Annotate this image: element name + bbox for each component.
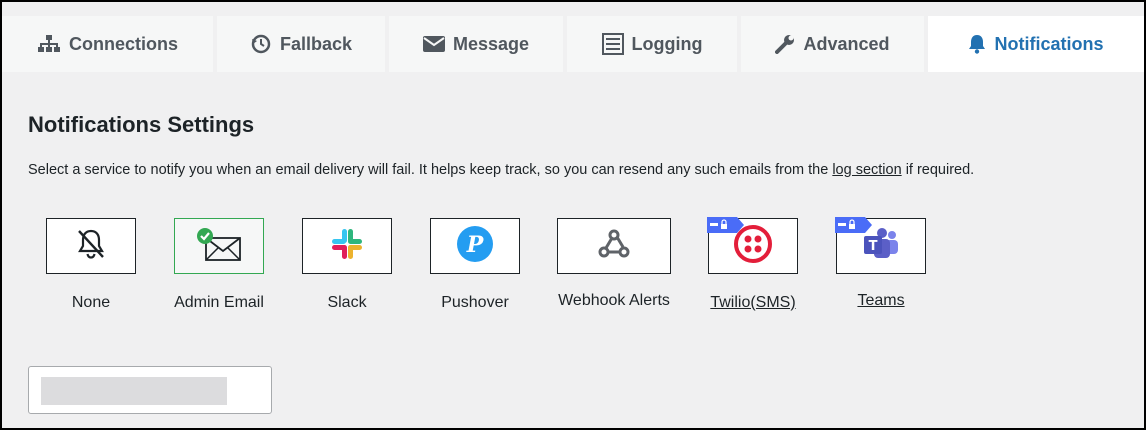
service-slack-button[interactable]	[302, 218, 392, 274]
envelope-check-icon	[194, 226, 244, 266]
tab-label: Advanced	[803, 33, 890, 54]
service-label-teams[interactable]: Teams	[857, 292, 904, 310]
sitemap-icon	[37, 34, 61, 54]
service-label-none: None	[71, 294, 111, 311]
service-teams-button[interactable]: T	[835, 217, 926, 274]
service-admin-email-button[interactable]	[174, 218, 264, 274]
tab-connections[interactable]: Connections	[2, 16, 213, 72]
tab-message[interactable]: Message	[389, 16, 563, 72]
history-icon	[250, 33, 272, 55]
envelope-icon	[422, 36, 445, 52]
pushover-icon: P	[456, 225, 494, 268]
field-placeholder-bar	[41, 377, 227, 405]
service-label-admin-email: Admin Email	[174, 294, 264, 311]
service-webhook-button[interactable]	[557, 218, 671, 274]
notifications-settings-panel: Connections Fallback Message Logging Adv…	[0, 0, 1146, 430]
tab-label: Message	[452, 33, 530, 54]
tab-label: Fallback	[279, 33, 353, 54]
tab-label: Logging	[631, 33, 703, 54]
tab-notifications[interactable]: Notifications	[928, 16, 1144, 72]
pro-badge-icon	[707, 217, 745, 238]
section-title: Notifications Settings	[28, 112, 255, 137]
bell-icon	[968, 34, 986, 54]
tab-advanced[interactable]: Advanced	[741, 16, 924, 72]
service-label-twilio[interactable]: Twilio(SMS)	[710, 294, 795, 312]
notifications-content: Notifications Settings Select a service …	[2, 72, 1144, 428]
svg-text:T: T	[869, 239, 878, 254]
service-twilio-button[interactable]	[707, 217, 798, 274]
bell-slash-icon	[76, 228, 106, 265]
notification-input-field[interactable]	[28, 366, 272, 414]
list-icon	[601, 33, 624, 55]
service-label-pushover: Pushover	[441, 294, 509, 311]
svg-text:P: P	[466, 232, 485, 258]
tab-label: Notifications	[994, 33, 1104, 54]
service-label-slack: Slack	[327, 294, 367, 311]
description-text-end: if required.	[905, 162, 975, 178]
webhook-icon	[597, 228, 631, 265]
tab-label: Connections	[68, 33, 178, 54]
settings-tabs: Connections Fallback Message Logging Adv…	[2, 2, 1144, 72]
description-text: Select a service to notify you when an e…	[28, 162, 829, 178]
wrench-icon	[775, 34, 795, 54]
service-pushover-button[interactable]: P	[430, 218, 520, 274]
service-none-button[interactable]	[46, 218, 136, 274]
slack-icon	[330, 227, 364, 266]
log-section-link[interactable]: log section	[832, 162, 901, 178]
tab-logging[interactable]: Logging	[567, 16, 737, 72]
section-description: Select a service to notify you when an e…	[28, 162, 974, 178]
service-label-webhook: Webhook Alerts	[558, 292, 670, 309]
pro-badge-icon	[835, 217, 873, 238]
tab-fallback[interactable]: Fallback	[217, 16, 385, 72]
